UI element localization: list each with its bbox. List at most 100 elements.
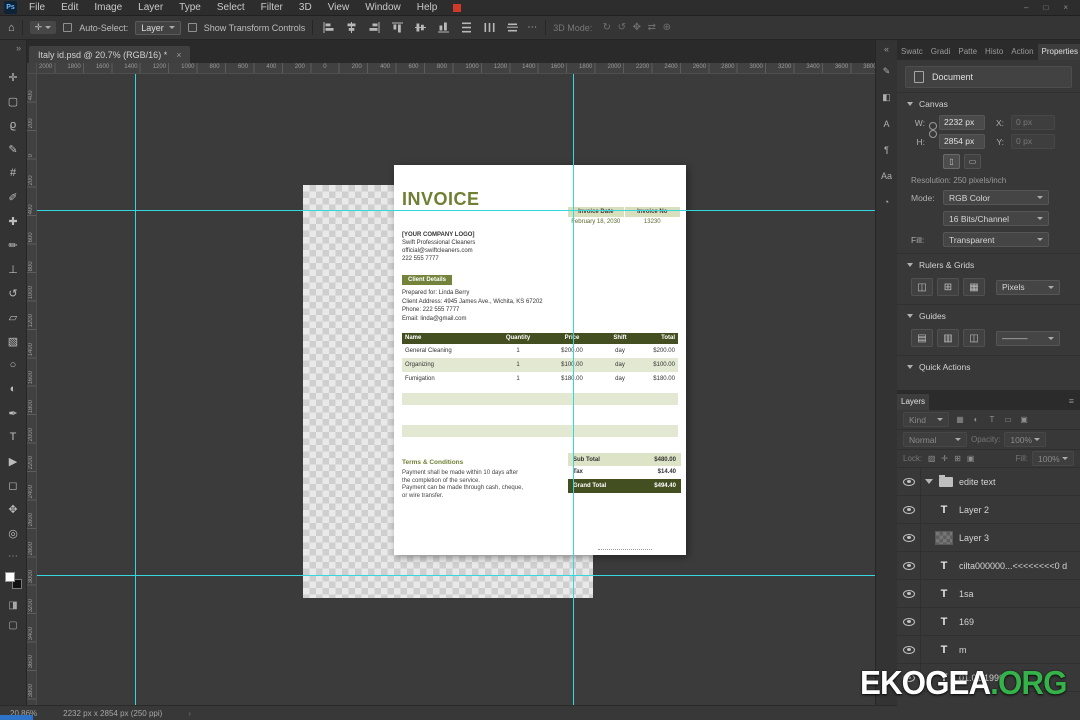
- layer-name[interactable]: cilta000000...<<<<<<<<0 d: [959, 561, 1067, 571]
- layer-row[interactable]: edite text: [897, 468, 1080, 496]
- 3d-mode-icon[interactable]: ↺: [614, 22, 629, 33]
- 3d-mode-icon[interactable]: ⊕: [659, 22, 674, 33]
- distribute-vertical-icon[interactable]: [458, 20, 474, 36]
- layer-filter-icon[interactable]: ▣: [1017, 413, 1031, 427]
- properties-target[interactable]: Document: [905, 66, 1072, 88]
- layer-row[interactable]: Layer 3: [897, 524, 1080, 552]
- shape-tool-icon[interactable]: ◻: [0, 473, 27, 497]
- distribute-center-icon[interactable]: [504, 20, 520, 36]
- foreground-color-swatch[interactable]: [4, 572, 15, 582]
- eye-icon[interactable]: [902, 533, 915, 542]
- adjustments-icon[interactable]: ◧: [877, 89, 897, 106]
- layer-thumbnail[interactable]: [935, 615, 953, 629]
- pen-tool-icon[interactable]: ✒: [0, 401, 27, 425]
- canvas-viewport[interactable]: INVOICE Invoice Date Invoice No February…: [37, 74, 875, 705]
- visibility-cell[interactable]: [897, 468, 921, 495]
- quick-selection-tool-icon[interactable]: ✎: [0, 137, 27, 161]
- layer-row[interactable]: Layer 2: [897, 496, 1080, 524]
- layer-filter-icon[interactable]: ▭: [1001, 413, 1015, 427]
- zoom-tool-icon[interactable]: ◎: [0, 521, 27, 545]
- more-options-icon[interactable]: ⋯: [527, 22, 538, 33]
- ruler-grid-icon[interactable]: ▦: [963, 278, 985, 296]
- layer-filter-dropdown[interactable]: Kind: [903, 412, 949, 427]
- layer-thumbnail[interactable]: [935, 559, 953, 573]
- width-field[interactable]: 2232 px: [939, 115, 985, 130]
- eyedropper-tool-icon[interactable]: ✐: [0, 185, 27, 209]
- paragraph-panel-icon[interactable]: ¶: [877, 141, 897, 158]
- crop-tool-icon[interactable]: #: [0, 161, 27, 185]
- layer-name[interactable]: 169: [959, 617, 974, 627]
- close-icon[interactable]: ×: [176, 50, 181, 60]
- menu-item[interactable]: 3D: [291, 0, 320, 16]
- menu-item[interactable]: Filter: [253, 0, 291, 16]
- canvas-fill-dropdown[interactable]: Transparent: [943, 232, 1049, 247]
- menu-item[interactable]: Select: [209, 0, 253, 16]
- opacity-dropdown[interactable]: 100%: [1004, 432, 1047, 447]
- ruler-origin-corner[interactable]: [27, 63, 37, 74]
- horizontal-ruler[interactable]: 2000 1800 1600 1400 1200 1000 800 600 400 200 0 200…: [27, 63, 877, 74]
- layer-name[interactable]: edite text: [959, 477, 996, 487]
- active-tool-indicator[interactable]: ✛: [29, 21, 57, 34]
- y-field[interactable]: 0 px: [1011, 134, 1055, 149]
- hand-tool-icon[interactable]: ✥: [0, 497, 27, 521]
- guide-horizontal-2[interactable]: [37, 575, 875, 576]
- layer-row[interactable]: m: [897, 636, 1080, 664]
- window-control-icon[interactable]: □: [1043, 3, 1048, 12]
- layer-name[interactable]: Layer 3: [959, 533, 989, 543]
- eye-icon[interactable]: [902, 505, 915, 514]
- layer-name[interactable]: Layer 2: [959, 505, 989, 515]
- 3d-mode-icon[interactable]: ↻: [599, 22, 614, 33]
- units-dropdown[interactable]: Pixels: [996, 279, 1060, 295]
- guide-horizontal-1[interactable]: [37, 210, 875, 211]
- layer-row[interactable]: cilta000000...<<<<<<<<0 d: [897, 552, 1080, 580]
- lock-icon[interactable]: ▣: [965, 454, 976, 463]
- menu-item[interactable]: Image: [86, 0, 130, 16]
- panel-tab[interactable]: Gradi: [927, 44, 955, 60]
- guide-option-icon[interactable]: ▥: [937, 329, 959, 347]
- visibility-cell[interactable]: [897, 580, 921, 607]
- history-panel-icon[interactable]: ◔: [877, 193, 897, 210]
- ruler-grid-icon[interactable]: ⊞: [937, 278, 959, 296]
- panel-tab[interactable]: Patte: [954, 44, 981, 60]
- menu-item[interactable]: Edit: [53, 0, 86, 16]
- height-field[interactable]: 2854 px: [939, 134, 985, 149]
- layer-filter-icon[interactable]: T: [985, 413, 999, 427]
- history-brush-tool-icon[interactable]: ↺: [0, 281, 27, 305]
- healing-brush-tool-icon[interactable]: ✚: [0, 209, 27, 233]
- blend-mode-dropdown[interactable]: Normal: [903, 432, 967, 447]
- type-tool-icon[interactable]: T: [0, 425, 27, 449]
- landscape-orientation-icon[interactable]: ▭: [964, 154, 981, 169]
- guide-vertical-2[interactable]: [573, 74, 574, 705]
- align-bottom-icon[interactable]: [435, 20, 451, 36]
- layer-row[interactable]: 169: [897, 608, 1080, 636]
- layer-thumbnail[interactable]: [935, 503, 953, 517]
- toolbar-expand-icon[interactable]: »: [16, 43, 26, 57]
- eye-icon[interactable]: [902, 617, 915, 626]
- marquee-tool-icon[interactable]: ▢: [0, 89, 27, 113]
- section-guides[interactable]: Guides: [897, 304, 1080, 325]
- visibility-cell[interactable]: [897, 524, 921, 551]
- 3d-mode-icon[interactable]: ⇄: [644, 22, 659, 33]
- layer-name[interactable]: 1sa: [959, 589, 974, 599]
- panel-tab[interactable]: Swatc: [897, 44, 927, 60]
- vertical-ruler[interactable]: 400 200 0 200 400 600 800 1000 1200 1400 1600 1800 2…: [27, 74, 37, 705]
- document-tab[interactable]: Italy id.psd @ 20.7% (RGB/16) * ×: [29, 46, 191, 63]
- tab-properties[interactable]: Properties: [1037, 44, 1080, 60]
- bit-depth-dropdown[interactable]: 16 Bits/Channel: [943, 211, 1049, 226]
- show-transform-checkbox[interactable]: [187, 23, 197, 32]
- eye-icon[interactable]: [902, 645, 915, 654]
- guide-style-dropdown[interactable]: ———: [996, 330, 1060, 346]
- tab-layers[interactable]: Layers: [897, 394, 930, 410]
- eye-icon[interactable]: [902, 589, 915, 598]
- brush-settings-icon[interactable]: ✎: [877, 63, 897, 80]
- menu-item[interactable]: View: [320, 0, 358, 16]
- link-dimensions-icon[interactable]: [928, 122, 937, 139]
- eye-icon[interactable]: [902, 561, 915, 570]
- guide-vertical-1[interactable]: [135, 74, 136, 705]
- menu-item[interactable]: Window: [357, 0, 409, 16]
- align-top-icon[interactable]: [389, 20, 405, 36]
- ruler-grid-icon[interactable]: ◫: [911, 278, 933, 296]
- eye-icon[interactable]: [902, 477, 915, 486]
- lock-icon[interactable]: ▨: [926, 454, 937, 463]
- align-left-icon[interactable]: [320, 20, 336, 36]
